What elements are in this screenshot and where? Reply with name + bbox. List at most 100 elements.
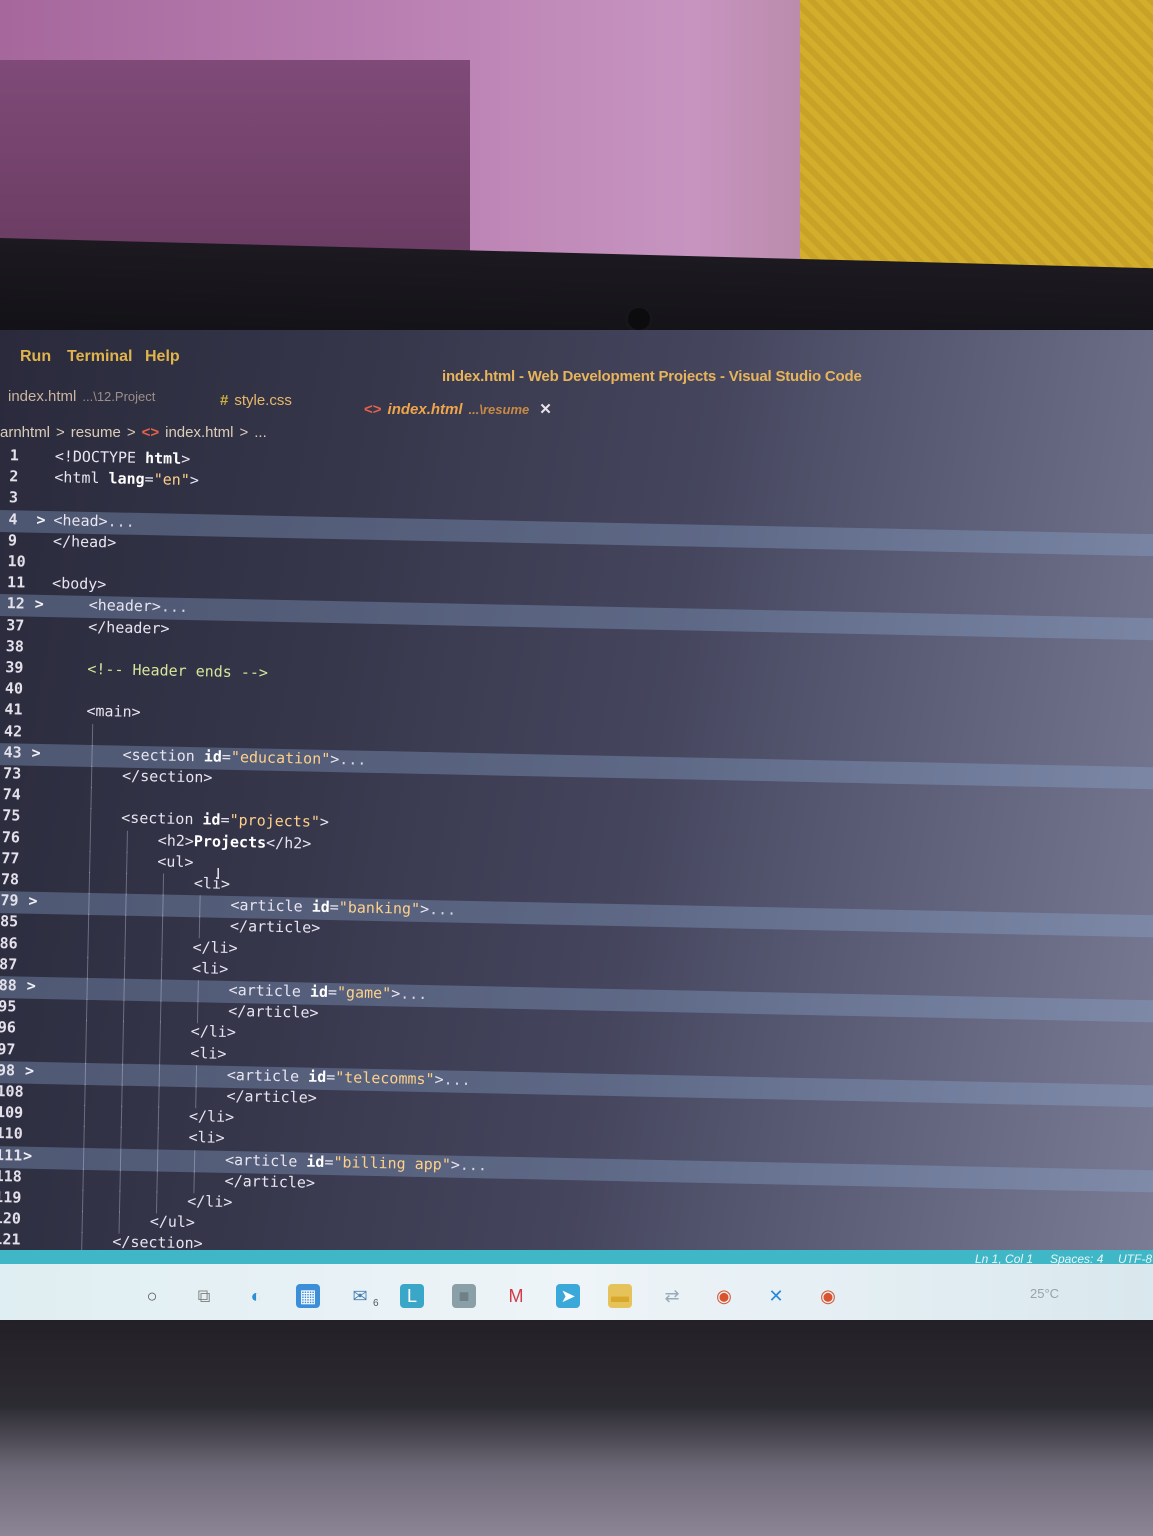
editor-tabs: index.html ...\12.Project # style.css <> in…	[0, 382, 1153, 422]
tab-index-resume[interactable]: <> index.html ...\resume ✕	[364, 400, 552, 418]
fold-chevron-icon[interactable]: >	[27, 977, 36, 995]
store-icon[interactable]: ▦	[296, 1284, 320, 1308]
code-text: <head>...	[53, 511, 135, 531]
l-app-icon[interactable]: L	[400, 1284, 424, 1308]
indent-guide	[82, 1147, 85, 1170]
breadcrumb-item[interactable]: ...	[254, 424, 267, 441]
code-token: ...	[160, 597, 189, 617]
tab-label: index.html	[8, 388, 77, 405]
code-token: id	[306, 1152, 325, 1171]
encoding-setting[interactable]: UTF-8	[1118, 1252, 1152, 1266]
indent-guide	[81, 1189, 84, 1212]
indent-guide	[123, 957, 126, 980]
menu-run[interactable]: Run	[20, 348, 51, 366]
indent-guide	[195, 1065, 198, 1088]
close-icon[interactable]: ✕	[539, 401, 552, 418]
code-token: "banking"	[338, 898, 421, 919]
mail-icon[interactable]: ✉	[348, 1284, 372, 1308]
code-text: <article id="telecomms">...	[227, 1066, 471, 1089]
code-text: </li>	[189, 1107, 235, 1126]
code-token: Projects	[193, 831, 267, 852]
code-token: >	[319, 813, 330, 832]
code-text: </head>	[53, 532, 117, 551]
transfer-icon[interactable]: ⇄	[660, 1284, 684, 1308]
tab-index-project[interactable]: index.html ...\12.Project	[8, 388, 155, 405]
indent-guide	[156, 1149, 159, 1172]
edge-icon[interactable]: ◐	[244, 1284, 268, 1308]
code-text: <ul>	[157, 852, 193, 871]
indent-guide	[122, 1042, 124, 1065]
tab-path: ...\resume	[468, 402, 530, 417]
fold-chevron-icon[interactable]: >	[36, 510, 45, 528]
indent-guide	[89, 850, 91, 873]
line-number: 37	[6, 615, 25, 635]
menu-help[interactable]: Help	[145, 348, 180, 366]
fold-chevron-icon[interactable]: >	[35, 595, 44, 613]
indent-guide	[91, 744, 93, 767]
breadcrumb-item[interactable]: index.html	[165, 424, 233, 441]
task-view-icon[interactable]: ⧉	[192, 1284, 216, 1308]
fold-chevron-icon[interactable]: >	[31, 744, 40, 762]
chevron-right-icon: >	[126, 424, 136, 441]
code-token: </article>	[228, 1002, 319, 1022]
indent-guide	[160, 979, 162, 1002]
breadcrumb-item[interactable]: resume	[71, 424, 121, 441]
line-number: 77	[1, 848, 20, 868]
code-text: <section id="education">...	[122, 745, 366, 768]
indent-guide	[120, 1127, 122, 1150]
code-token: </li>	[188, 1107, 235, 1127]
breadcrumb-item[interactable]: arnhtml	[0, 424, 50, 441]
indent-guide	[122, 1021, 124, 1044]
file-explorer-icon[interactable]: ▬	[608, 1284, 632, 1308]
indent-guide	[119, 1148, 122, 1171]
indent-guide	[196, 1001, 199, 1024]
code-token: >	[450, 1155, 461, 1174]
chrome-icon[interactable]: ◉	[712, 1284, 736, 1308]
chrome-icon[interactable]: ◉	[816, 1284, 840, 1308]
indent-guide	[197, 980, 199, 1003]
line-number: 74	[2, 785, 21, 804]
indentation-setting[interactable]: Spaces: 4	[1050, 1252, 1103, 1266]
code-text: </article>	[228, 1002, 319, 1022]
tab-style-css[interactable]: # style.css	[220, 392, 292, 409]
indent-guide	[124, 936, 126, 959]
line-number: 73	[2, 764, 22, 783]
code-token: </section>	[121, 766, 213, 787]
fold-chevron-icon[interactable]: >	[28, 892, 37, 910]
webcam-icon	[628, 308, 650, 330]
code-token: >	[181, 449, 191, 468]
code-token: id	[203, 747, 223, 766]
cursor-position[interactable]: Ln 1, Col 1	[975, 1252, 1033, 1266]
code-token: </header>	[88, 617, 170, 638]
fold-chevron-icon[interactable]: >	[25, 1061, 34, 1079]
indent-guide	[158, 1085, 160, 1108]
indent-guide	[83, 1105, 86, 1128]
code-text: <h2>Projects</h2>	[158, 831, 312, 852]
chevron-right-icon: >	[239, 424, 249, 441]
line-number: 10	[7, 552, 26, 571]
line-number: 9	[7, 530, 18, 550]
line-number: 3	[8, 488, 19, 507]
search-circle-icon[interactable]: ○	[140, 1284, 164, 1308]
code-token: "billing app"	[333, 1152, 452, 1174]
indent-guide	[118, 1211, 120, 1234]
code-token: DOCTYPE	[72, 447, 146, 468]
telegram-icon[interactable]: ➤	[556, 1284, 580, 1308]
code-text: </li>	[191, 1023, 237, 1042]
code-editor[interactable]: 1 <!DOCTYPE html> 2 <html lang="en"> 3 4 > <hea…	[0, 446, 1153, 1270]
gray-app-icon[interactable]: ■	[452, 1284, 476, 1308]
mcafee-icon[interactable]: M	[504, 1284, 528, 1308]
code-token: "projects"	[229, 811, 321, 832]
menu-terminal[interactable]: Terminal	[67, 348, 133, 366]
fold-chevron-icon[interactable]: >	[23, 1146, 32, 1164]
indent-guide	[156, 1170, 158, 1193]
vscode-icon[interactable]: ✕	[764, 1284, 788, 1308]
code-token: </article>	[229, 917, 321, 938]
css-hash-icon: #	[220, 392, 229, 409]
weather-temperature[interactable]: 25°C	[1030, 1286, 1059, 1301]
line-number: 108	[0, 1082, 24, 1101]
code-token: <li>	[190, 1043, 227, 1063]
indent-guide	[162, 894, 164, 917]
line-number: 41	[4, 700, 23, 719]
code-token: "education"	[230, 747, 331, 768]
